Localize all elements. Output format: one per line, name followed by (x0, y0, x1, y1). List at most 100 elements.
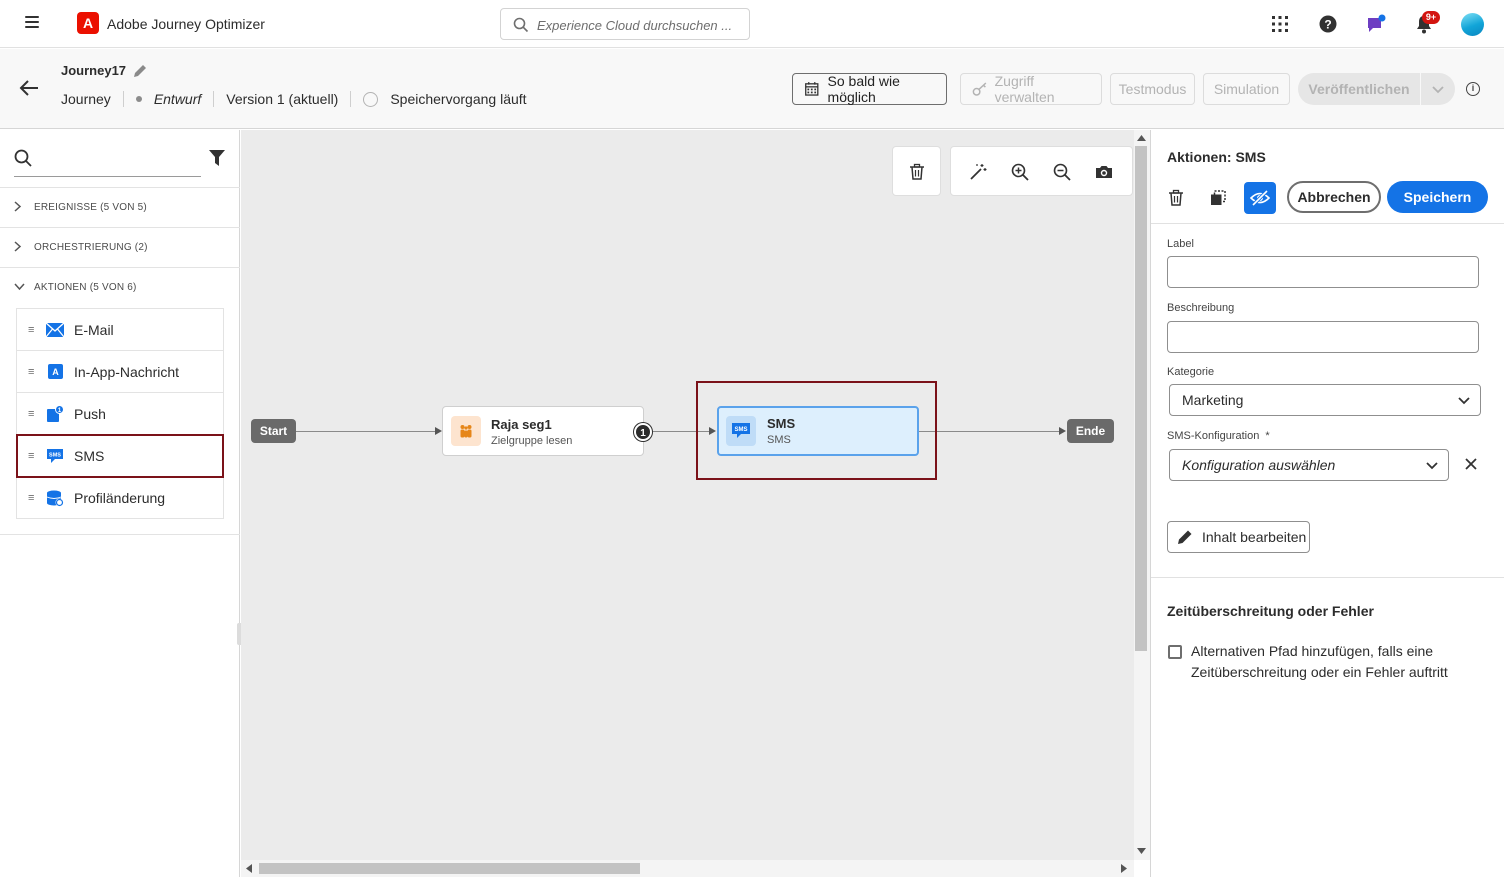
publish-options-chevron-down-icon[interactable] (1421, 81, 1455, 97)
saving-spinner-icon (363, 91, 379, 107)
save-status: Speichervorgang läuft (390, 91, 527, 107)
audience-icon (451, 416, 481, 446)
manage-access-button[interactable]: Zugriff verwalten (960, 73, 1102, 105)
publish-button[interactable]: Veröffentlichen (1298, 81, 1420, 97)
scroll-right-icon[interactable] (1121, 864, 1127, 873)
top-bar: A Adobe Journey Optimizer ? 9+ (0, 0, 1504, 48)
action-label: In-App-Nachricht (74, 363, 180, 380)
drag-handle-icon[interactable]: ≡ (28, 366, 40, 378)
chat-assistant-icon[interactable] (1365, 13, 1387, 35)
action-email[interactable]: ≡ E-Mail (17, 309, 223, 351)
sms-node[interactable]: SMS SMS SMS (717, 406, 919, 456)
sms-icon: SMS (726, 416, 756, 446)
zoom-in-icon[interactable] (1011, 163, 1029, 181)
node-output-badge[interactable]: 1 (634, 423, 652, 441)
drag-handle-icon[interactable]: ≡ (28, 492, 40, 504)
pencil-icon (1178, 530, 1192, 544)
label-input[interactable] (1167, 256, 1479, 288)
edit-content-label: Inhalt bearbeiten (1202, 529, 1307, 545)
journey-canvas[interactable]: Start Raja seg1 Zielgruppe lesen 1 SMS S… (241, 130, 1134, 860)
node-title: Raja seg1 (491, 417, 552, 432)
action-in-app[interactable]: ≡ A In-App-Nachricht (17, 351, 223, 393)
hamburger-menu-icon[interactable] (25, 16, 39, 30)
save-button[interactable]: Speichern (1387, 181, 1488, 213)
section-events[interactable]: EREIGNISSE (5 VON 5) (0, 187, 240, 227)
drag-handle-icon[interactable]: ≡ (28, 408, 40, 420)
camera-screenshot-icon[interactable] (1095, 163, 1113, 181)
clear-icon[interactable] (1465, 458, 1477, 470)
required-asterisk: * (1265, 430, 1270, 442)
chevron-right-icon (14, 200, 28, 215)
category-select[interactable]: Marketing (1169, 384, 1481, 416)
read-audience-node[interactable]: Raja seg1 Zielgruppe lesen (442, 406, 644, 456)
duplicate-action-button[interactable] (1202, 182, 1234, 214)
end-node[interactable]: Ende (1067, 419, 1114, 443)
zoom-out-icon[interactable] (1053, 163, 1071, 181)
section-orchestration[interactable]: ORCHESTRIERUNG (2) (0, 227, 240, 267)
journey-version: Version 1 (aktuell) (226, 91, 339, 107)
canvas-horizontal-scrollbar[interactable] (241, 860, 1134, 877)
info-icon[interactable]: i (1466, 82, 1480, 96)
magic-wand-icon[interactable] (969, 163, 987, 181)
drag-handle-icon[interactable]: ≡ (28, 450, 40, 462)
actions-list: ≡ E-Mail ≡ A In-App-Nachricht ≡ 1 Push ≡… (16, 308, 224, 519)
simulation-button[interactable]: Simulation (1203, 73, 1290, 105)
palette-search-input[interactable] (14, 176, 201, 177)
edit-content-button[interactable]: Inhalt bearbeiten (1167, 521, 1310, 553)
category-field-label: Kategorie (1167, 366, 1215, 378)
schedule-button[interactable]: So bald wie möglich (792, 73, 947, 105)
sms-icon: SMS (46, 447, 64, 465)
filter-icon[interactable] (209, 149, 225, 167)
status-dot (135, 96, 142, 102)
global-search[interactable] (500, 8, 750, 40)
action-profile-update[interactable]: ≡ Profiländerung (17, 477, 223, 519)
divider (122, 91, 124, 107)
back-arrow-icon[interactable] (18, 78, 40, 98)
cancel-button[interactable]: Abbrechen (1287, 181, 1381, 213)
activity-palette: EREIGNISSE (5 VON 5) ORCHESTRIERUNG (2) … (0, 130, 243, 877)
node-title: SMS (767, 416, 796, 431)
start-node[interactable]: Start (251, 419, 296, 443)
section-actions[interactable]: AKTIONEN (5 VON 6) (0, 267, 240, 307)
trash-icon[interactable] (908, 163, 926, 181)
duplicate-icon (1211, 190, 1226, 205)
apps-grid-icon[interactable] (1269, 13, 1291, 35)
manage-access-label: Zugriff verwalten (994, 73, 1055, 105)
toggle-visibility-button[interactable] (1244, 182, 1276, 214)
help-icon[interactable]: ? (1317, 13, 1339, 35)
drag-handle-icon[interactable]: ≡ (28, 324, 40, 336)
timeout-section-title: Zeitüberschreitung oder Fehler (1167, 603, 1374, 619)
action-sms[interactable]: ≡ SMS SMS (16, 434, 224, 478)
test-mode-button[interactable]: Testmodus (1110, 73, 1195, 105)
connector-line (918, 431, 1060, 432)
timeout-checkbox-label[interactable]: Alternativen Pfad hinzufügen, falls eine… (1191, 641, 1461, 683)
search-input[interactable] (537, 15, 742, 35)
description-input[interactable] (1167, 321, 1479, 353)
chevron-down-icon (1416, 457, 1448, 473)
canvas-view-toolbar (950, 146, 1133, 196)
scrollbar-thumb[interactable] (1135, 146, 1147, 651)
scroll-up-icon[interactable] (1137, 135, 1146, 141)
in-app-icon: A (48, 364, 63, 379)
delete-action-button[interactable] (1160, 182, 1192, 214)
action-push[interactable]: ≡ 1 Push (17, 393, 223, 435)
edit-name-pencil-icon[interactable] (131, 62, 149, 80)
app-title: Adobe Journey Optimizer (107, 16, 265, 32)
trash-icon (1169, 189, 1183, 206)
scroll-down-icon[interactable] (1137, 848, 1146, 854)
push-icon: 1 (46, 404, 64, 423)
user-avatar[interactable] (1461, 13, 1484, 36)
connector-arrow (435, 427, 442, 435)
action-label: Profiländerung (74, 489, 166, 506)
search-icon[interactable] (14, 149, 32, 167)
chevron-down-icon (1448, 392, 1480, 408)
sms-icon-text: SMS (734, 427, 747, 433)
divider (0, 534, 240, 535)
scroll-left-icon[interactable] (246, 864, 252, 873)
sms-config-select[interactable]: Konfiguration auswählen (1169, 449, 1449, 481)
divider (213, 91, 215, 107)
connector-arrow (1059, 427, 1066, 435)
timeout-checkbox[interactable] (1168, 645, 1182, 659)
canvas-vertical-scrollbar[interactable] (1134, 130, 1150, 860)
scrollbar-thumb[interactable] (259, 863, 640, 874)
